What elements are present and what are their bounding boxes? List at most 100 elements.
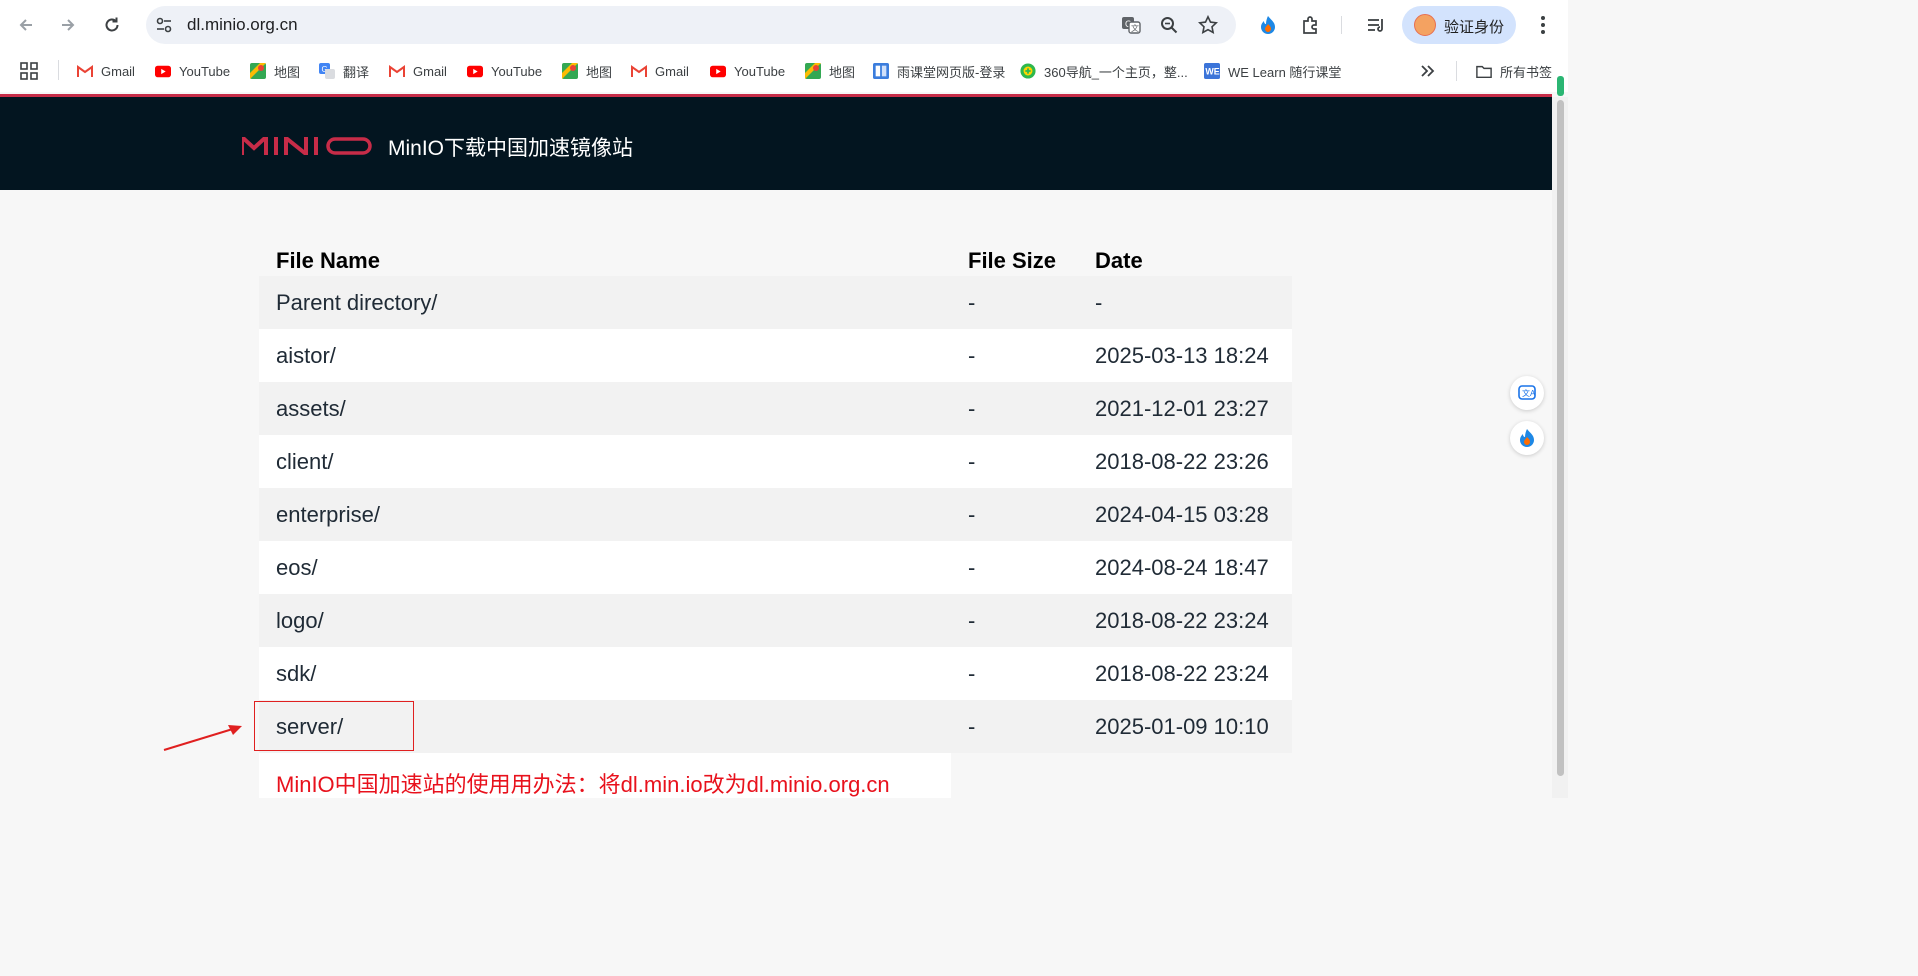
svg-text:文: 文 — [1131, 23, 1139, 33]
folder-link-sdk[interactable]: sdk/ — [276, 661, 316, 687]
gmail-icon — [77, 63, 93, 79]
usage-note-text: MinIO中国加速站的使用用办法：将dl.min.io改为dl.minio.or… — [276, 772, 890, 797]
scrollbar-thumb[interactable] — [1557, 100, 1564, 776]
bookmark-youtube[interactable]: YouTube — [155, 60, 230, 82]
bookmark-translate[interactable]: G 翻译 — [319, 60, 369, 82]
file-size: - — [968, 608, 976, 633]
table-row: logo/ - 2018-08-22 23:24 — [259, 594, 1292, 647]
file-date: 2024-04-15 03:28 — [1095, 502, 1269, 527]
usage-note: MinIO中国加速站的使用用办法：将dl.min.io改为dl.minio.or… — [259, 753, 951, 798]
bookmark-welearn[interactable]: WE WE Learn 随行课堂 — [1204, 60, 1341, 82]
translate-icon: G — [319, 63, 335, 79]
bookmark-maps[interactable]: 地图 — [805, 60, 855, 82]
folder-link-assets[interactable]: assets/ — [276, 396, 346, 422]
column-header-date[interactable]: Date — [1095, 248, 1143, 274]
apps-divider — [58, 60, 59, 80]
bookmark-label: 地图 — [829, 64, 856, 80]
column-header-file-size[interactable]: File Size — [968, 248, 1056, 274]
folder-link-logo[interactable]: logo/ — [276, 608, 324, 634]
gmail-icon — [631, 63, 647, 79]
bookmark-360[interactable]: 360导航_一个主页，整... — [1020, 60, 1188, 82]
parent-directory-link[interactable]: Parent directory/ — [276, 290, 437, 316]
bookmark-label: 360导航_一个主页，整... — [1044, 64, 1188, 80]
toolbar-divider — [1341, 16, 1342, 34]
translate-page-icon[interactable]: G文 — [1121, 15, 1141, 35]
file-size: - — [968, 343, 976, 368]
forward-button[interactable] — [54, 11, 82, 39]
bookmark-label: Gmail — [101, 63, 135, 79]
avatar — [1414, 14, 1436, 36]
reading-list-icon[interactable] — [1363, 12, 1389, 38]
table-row: enterprise/ - 2024-04-15 03:28 — [259, 488, 1292, 541]
profile-button[interactable]: 验证身份 — [1402, 6, 1516, 44]
bookmark-label: 翻译 — [343, 64, 370, 80]
folder-link-eos[interactable]: eos/ — [276, 555, 318, 581]
url-text[interactable]: dl.minio.org.cn — [187, 15, 298, 35]
folder-link-client[interactable]: client/ — [276, 449, 333, 475]
360-icon — [1020, 63, 1036, 79]
bookmark-youtube[interactable]: YouTube — [467, 60, 542, 82]
file-size: - — [968, 661, 976, 686]
bookmark-youtube[interactable]: YouTube — [710, 60, 785, 82]
reload-button[interactable] — [98, 11, 126, 39]
back-button[interactable] — [12, 11, 40, 39]
file-date: 2025-03-13 18:24 — [1095, 343, 1269, 368]
browser-toolbar: dl.minio.org.cn G文 验证身份 — [0, 0, 1568, 50]
bookmark-star-icon[interactable] — [1198, 15, 1218, 35]
folder-link-enterprise[interactable]: enterprise/ — [276, 502, 380, 528]
table-row: client/ - 2018-08-22 23:26 — [259, 435, 1292, 488]
table-row: sdk/ - 2018-08-22 23:24 — [259, 647, 1292, 700]
file-size: - — [968, 714, 976, 739]
side-translate-button[interactable]: 文A — [1510, 376, 1544, 410]
folder-link-aistor[interactable]: aistor/ — [276, 343, 336, 369]
bookmark-label: Gmail — [655, 63, 689, 79]
reload-icon — [105, 17, 119, 32]
bookmark-gmail[interactable]: Gmail — [77, 60, 135, 82]
site-header — [0, 97, 1552, 190]
file-date: 2018-08-22 23:26 — [1095, 449, 1269, 474]
all-bookmarks-label: 所有书签 — [1500, 64, 1553, 80]
extension-flame-icon[interactable] — [1255, 12, 1281, 38]
all-bookmarks-folder[interactable]: 所有书签 — [1476, 60, 1552, 82]
site-info-icon[interactable] — [154, 15, 174, 35]
file-size: - — [968, 290, 976, 315]
scroll-indicator — [1557, 76, 1564, 96]
file-size: - — [968, 396, 976, 421]
file-size: - — [968, 555, 976, 580]
table-row: assets/ - 2021-12-01 23:27 — [259, 382, 1292, 435]
bookmark-rain-classroom[interactable]: 雨课堂网页版-登录 — [873, 60, 1005, 82]
rain-classroom-icon — [873, 63, 889, 79]
youtube-icon — [155, 63, 171, 79]
extensions-puzzle-icon[interactable] — [1298, 12, 1324, 38]
table-row: eos/ - 2024-08-24 18:47 — [259, 541, 1292, 594]
bookmarks-divider — [1456, 61, 1457, 81]
bookmark-maps[interactable]: 地图 — [562, 60, 612, 82]
assistant-flame-icon — [1520, 429, 1534, 447]
bookmark-gmail[interactable]: Gmail — [631, 60, 689, 82]
file-date: - — [1095, 290, 1103, 315]
bookmark-label: YouTube — [734, 63, 786, 79]
arrow-right-icon — [62, 19, 75, 31]
site-title: MinIO下载中国加速镜像站 — [388, 137, 634, 160]
column-header-file-name[interactable]: File Name — [276, 248, 380, 274]
table-row: aistor/ - 2025-03-13 18:24 — [259, 329, 1292, 382]
bookmarks-overflow-icon[interactable] — [1420, 60, 1436, 82]
bookmarks-bar: Gmail YouTube 地图 G 翻译 Gmail YouTube 地图 G… — [0, 50, 1568, 92]
svg-text:WE: WE — [1205, 67, 1219, 77]
side-assistant-button[interactable] — [1510, 421, 1544, 455]
minio-logo[interactable] — [242, 137, 372, 155]
apps-grid-icon[interactable] — [20, 60, 38, 82]
file-date: 2025-01-09 10:10 — [1095, 714, 1269, 739]
bookmark-maps[interactable]: 地图 — [250, 60, 300, 82]
folder-icon — [1476, 63, 1492, 79]
bookmark-label: 雨课堂网页版-登录 — [897, 64, 1006, 80]
bookmark-label: WE Learn 随行课堂 — [1228, 64, 1342, 80]
zoom-icon[interactable] — [1159, 15, 1179, 35]
bookmark-label: 地图 — [274, 64, 301, 80]
annotation-arrow-icon — [163, 725, 242, 751]
address-bar[interactable]: dl.minio.org.cn G文 — [146, 6, 1236, 44]
file-date: 2024-08-24 18:47 — [1095, 555, 1269, 580]
server-highlight-box — [254, 701, 414, 751]
more-menu-icon[interactable] — [1530, 12, 1556, 38]
bookmark-gmail[interactable]: Gmail — [389, 60, 447, 82]
